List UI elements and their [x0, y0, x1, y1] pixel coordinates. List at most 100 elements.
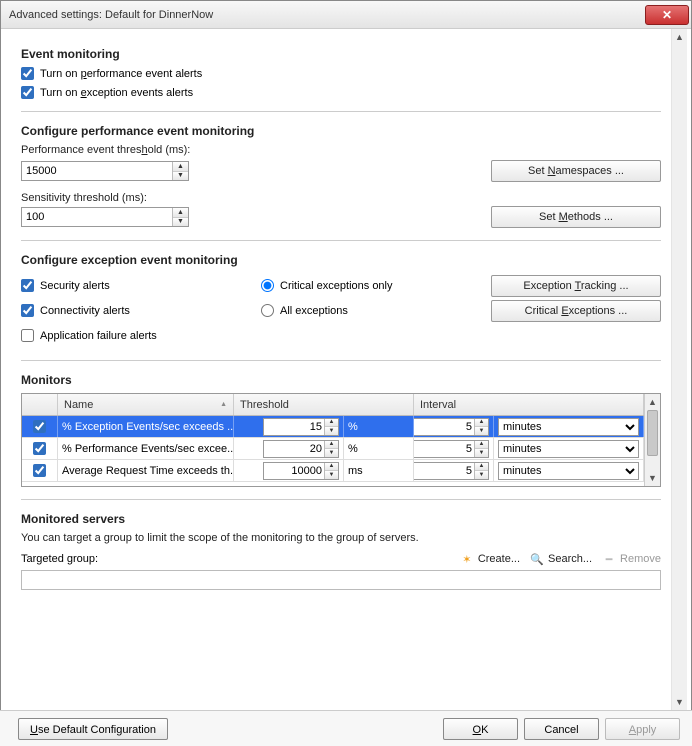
use-default-button[interactable]: Use Default Configuration: [18, 718, 168, 740]
row-interval-unit-cell[interactable]: minutes: [494, 416, 644, 437]
row-threshold-cell[interactable]: ▲▼: [234, 416, 344, 437]
exception-tracking-button[interactable]: Exception Tracking ...: [491, 275, 661, 297]
grid-header-threshold[interactable]: Threshold: [234, 394, 414, 415]
scroll-thumb[interactable]: [647, 410, 658, 456]
row-threshold-cell[interactable]: ▲▼: [234, 438, 344, 459]
grid-header-interval[interactable]: Interval: [414, 394, 644, 415]
table-row[interactable]: Average Request Time exceeds th...▲▼ms▲▼…: [22, 460, 644, 482]
checkbox-security-input[interactable]: [21, 279, 34, 292]
row-interval-unit-cell[interactable]: minutes: [494, 438, 644, 459]
spin-up-icon[interactable]: ▲: [325, 441, 338, 450]
close-icon: ✕: [662, 8, 672, 22]
set-methods-button[interactable]: Set Methods ...: [491, 206, 661, 228]
checkbox-appfail-input[interactable]: [21, 329, 34, 342]
row-threshold-cell[interactable]: ▲▼: [234, 460, 344, 481]
row-checkbox[interactable]: [33, 442, 46, 455]
section-perf-config: Configure performance event monitoring: [21, 124, 661, 138]
spin-up-icon[interactable]: ▲: [173, 162, 188, 172]
apply-button: Apply: [605, 718, 680, 740]
interval-input[interactable]: [414, 463, 474, 479]
content-scrollbar[interactable]: ▲ ▼: [671, 29, 687, 710]
spin-down-icon[interactable]: ▼: [475, 427, 488, 435]
interval-unit-select[interactable]: minutes: [498, 462, 639, 480]
critical-exceptions-button[interactable]: Critical Exceptions ...: [491, 300, 661, 322]
row-threshold-unit: %: [344, 438, 414, 459]
star-icon: ✶: [460, 552, 474, 566]
radio-all-input[interactable]: [261, 304, 274, 317]
checkbox-connectivity-label: Connectivity alerts: [40, 305, 130, 317]
threshold-input[interactable]: [264, 441, 324, 457]
create-group-button[interactable]: ✶ Create...: [460, 552, 520, 566]
interval-unit-select[interactable]: minutes: [498, 418, 639, 436]
interval-input[interactable]: [414, 441, 474, 457]
row-checkbox[interactable]: [33, 420, 46, 433]
monitored-servers-desc: You can target a group to limit the scop…: [21, 532, 661, 544]
spin-down-icon[interactable]: ▼: [475, 449, 488, 457]
spin-down-icon[interactable]: ▼: [173, 172, 188, 181]
checkbox-perf-alerts[interactable]: Turn on performance event alerts: [21, 67, 661, 80]
checkbox-security-label: Security alerts: [40, 280, 110, 292]
table-row[interactable]: % Exception Events/sec exceeds ...▲▼%▲▼m…: [22, 416, 644, 438]
set-namespaces-button[interactable]: Set Namespaces ...: [491, 160, 661, 182]
threshold-input[interactable]: [264, 463, 324, 479]
row-interval-cell[interactable]: ▲▼: [414, 438, 494, 459]
threshold-input[interactable]: [264, 419, 324, 435]
checkbox-security[interactable]: Security alerts: [21, 279, 261, 292]
scroll-down-icon[interactable]: ▼: [672, 694, 687, 710]
checkbox-connectivity[interactable]: Connectivity alerts: [21, 304, 261, 317]
scroll-down-icon[interactable]: ▼: [645, 470, 660, 486]
targeted-group-label: Targeted group:: [21, 553, 98, 565]
monitors-scrollbar[interactable]: ▲ ▼: [644, 394, 660, 486]
spin-down-icon[interactable]: ▼: [475, 471, 488, 479]
cancel-button[interactable]: Cancel: [524, 718, 599, 740]
checkbox-perf-alerts-input[interactable]: [21, 67, 34, 80]
radio-critical-input[interactable]: [261, 279, 274, 292]
spin-up-icon[interactable]: ▲: [173, 208, 188, 218]
spin-up-icon[interactable]: ▲: [475, 419, 488, 428]
interval-unit-select[interactable]: minutes: [498, 440, 639, 458]
perf-threshold-spinner[interactable]: ▲▼: [21, 161, 189, 181]
scroll-up-icon[interactable]: ▲: [645, 394, 660, 410]
row-interval-cell[interactable]: ▲▼: [414, 460, 494, 481]
close-button[interactable]: ✕: [645, 5, 689, 25]
radio-all[interactable]: All exceptions: [261, 304, 441, 317]
ok-button[interactable]: OK: [443, 718, 518, 740]
spin-down-icon[interactable]: ▼: [173, 218, 188, 227]
minus-icon: ━: [602, 552, 616, 566]
section-exception-config: Configure exception event monitoring: [21, 253, 661, 267]
row-check-cell[interactable]: [22, 460, 58, 481]
sensitivity-input[interactable]: [22, 208, 172, 226]
table-row[interactable]: % Performance Events/sec excee...▲▼%▲▼mi…: [22, 438, 644, 460]
spin-down-icon[interactable]: ▼: [325, 471, 338, 479]
row-check-cell[interactable]: [22, 416, 58, 437]
grid-header: Name Threshold Interval: [22, 394, 644, 416]
spin-up-icon[interactable]: ▲: [475, 463, 488, 472]
checkbox-appfail[interactable]: Application failure alerts: [21, 329, 261, 342]
row-interval-cell[interactable]: ▲▼: [414, 416, 494, 437]
spin-up-icon[interactable]: ▲: [325, 419, 338, 428]
row-check-cell[interactable]: [22, 438, 58, 459]
checkbox-exception-alerts-input[interactable]: [21, 86, 34, 99]
row-name-cell: % Performance Events/sec excee...: [58, 438, 234, 459]
grid-header-check[interactable]: [22, 394, 58, 415]
sensitivity-spinner[interactable]: ▲▼: [21, 207, 189, 227]
spin-down-icon[interactable]: ▼: [325, 427, 338, 435]
dialog-footer: Use Default Configuration OK Cancel Appl…: [0, 710, 692, 746]
targeted-group-field[interactable]: [21, 570, 661, 590]
interval-input[interactable]: [414, 419, 474, 435]
spin-up-icon[interactable]: ▲: [325, 463, 338, 472]
radio-critical[interactable]: Critical exceptions only: [261, 279, 441, 292]
spin-down-icon[interactable]: ▼: [325, 449, 338, 457]
checkbox-exception-alerts[interactable]: Turn on exception events alerts: [21, 86, 661, 99]
row-interval-unit-cell[interactable]: minutes: [494, 460, 644, 481]
perf-threshold-input[interactable]: [22, 162, 172, 180]
row-checkbox[interactable]: [33, 464, 46, 477]
row-threshold-unit: %: [344, 416, 414, 437]
scroll-up-icon[interactable]: ▲: [672, 29, 687, 45]
grid-header-name[interactable]: Name: [58, 394, 234, 415]
spin-up-icon[interactable]: ▲: [475, 441, 488, 450]
checkbox-connectivity-input[interactable]: [21, 304, 34, 317]
search-group-button[interactable]: 🔍 Search...: [530, 552, 592, 566]
radio-all-label: All exceptions: [280, 305, 348, 317]
monitors-grid: ▲ ▼ Name Threshold Interval % Exception …: [21, 393, 661, 487]
